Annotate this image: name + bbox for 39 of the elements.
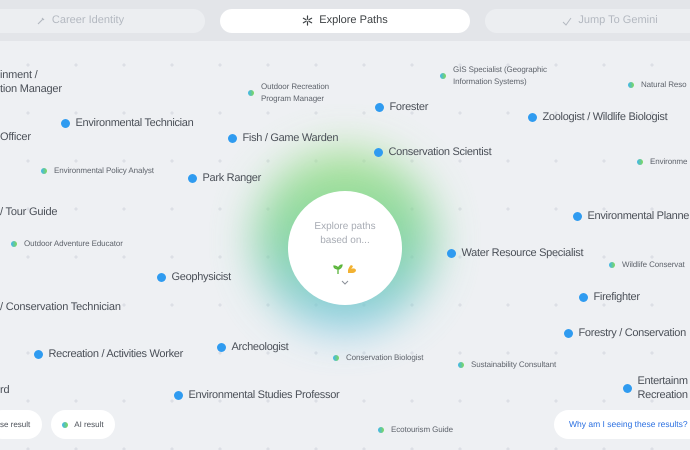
career-path-label[interactable]: Firefighter [594, 290, 640, 304]
career-path-label[interactable]: / Conservation Technician [0, 300, 121, 314]
career-path-label[interactable]: / Tour Guide [0, 205, 58, 219]
career-path-label[interactable]: Environmental Planne [588, 209, 690, 223]
sprout-icon [333, 264, 343, 274]
career-path-label[interactable]: Recreation / Activities Worker [48, 347, 183, 361]
career-path-label[interactable]: GIS Specialist (Geographic Information Systems) [453, 64, 547, 88]
career-path-label[interactable]: Environmental Technician [76, 116, 194, 130]
legend-chip: se result [0, 410, 42, 439]
career-path-label[interactable]: Ecotourism Guide [391, 424, 453, 436]
asterisk-icon [302, 15, 314, 26]
career-path-label[interactable]: Wildlife Conservat [622, 259, 685, 271]
career-path-label[interactable]: Environmental Studies Professor [188, 388, 340, 402]
career-path-label[interactable]: Officer [0, 130, 31, 144]
flexed-arm-icon [347, 264, 357, 274]
tab[interactable]: Explore Paths [220, 8, 470, 32]
career-path-label[interactable]: Forester [390, 100, 428, 114]
career-path-label[interactable]: Geophysicist [172, 270, 231, 284]
career-path-label[interactable]: Outdoor Recreation Program Manager [261, 81, 330, 105]
career-path-label[interactable]: Zoologist / Wildlife Biologist [542, 110, 668, 124]
career-path-label[interactable]: Conservation Biologist [346, 352, 424, 364]
chevron-down-icon[interactable] [341, 280, 349, 284]
career-path-label[interactable]: Outdoor Adventure Educator [24, 238, 123, 250]
career-path-label[interactable]: Sustainability Consultant [471, 359, 556, 371]
career-path-label[interactable]: Natural Reso [641, 79, 686, 91]
career-path-label[interactable]: Water Resource Specialist [462, 246, 584, 260]
career-path-label[interactable]: Environmental Policy Analyst [54, 165, 154, 177]
career-path-label[interactable]: Environme [650, 156, 688, 168]
legend-chip: AI result [51, 410, 115, 439]
career-path-label[interactable]: Fish / Game Warden [242, 131, 338, 145]
why-results-link[interactable]: Why am I seeing these results? [554, 410, 690, 439]
career-path-label[interactable]: Forestry / Conservation [578, 326, 686, 340]
career-path-label[interactable]: Entertainm Recreation [638, 374, 688, 402]
explore-prompt: Explore paths based on... [314, 220, 376, 248]
career-path-label[interactable]: Park Ranger [202, 171, 261, 185]
career-path-label[interactable]: rd [0, 383, 10, 397]
career-path-label[interactable]: inment / tion Manager [0, 68, 62, 96]
career-path-label[interactable]: Conservation Scientist [388, 145, 492, 159]
career-path-label[interactable]: Archeologist [232, 340, 288, 354]
